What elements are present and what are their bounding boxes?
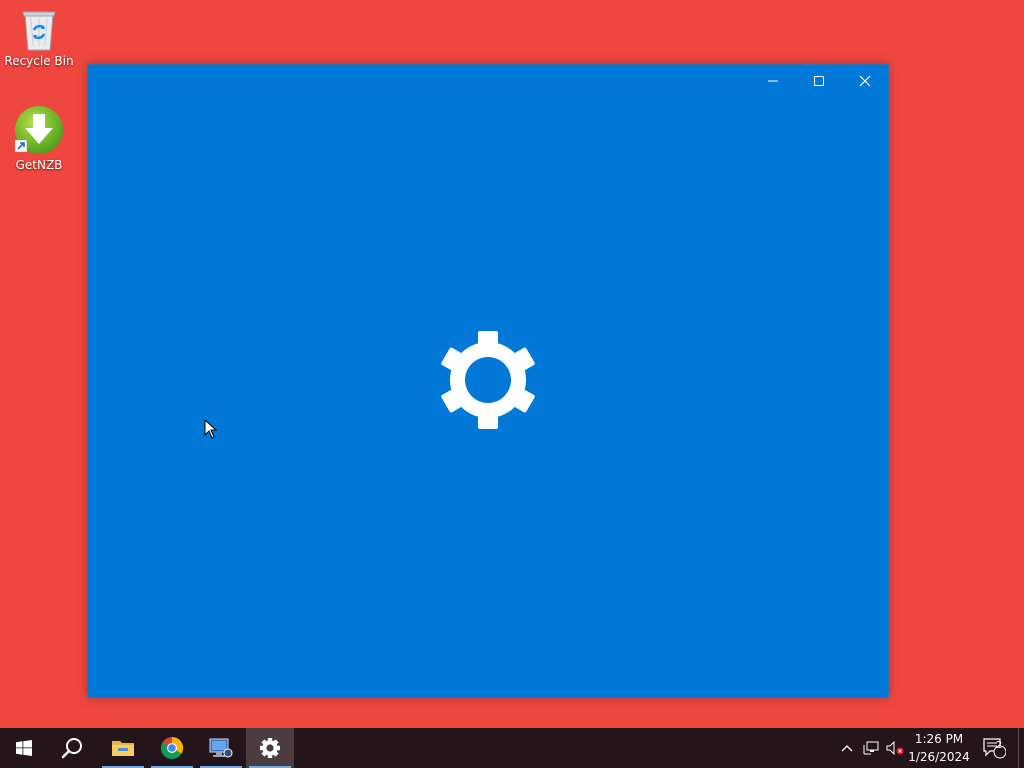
maximize-button[interactable] [796,65,842,97]
minimize-button[interactable] [750,65,796,97]
folder-icon [112,741,134,756]
search-icon [61,738,82,759]
taskbar: 1:26 PM 1/26/2024 2 [0,728,1024,768]
action-center-button[interactable]: 2 [978,728,1010,768]
show-hidden-icons-button[interactable] [836,728,858,768]
volume-muted-icon [886,741,904,755]
clock-date: 1/26/2024 [908,750,970,764]
gear-icon [441,331,535,429]
settings-window[interactable] [87,64,889,698]
monitor-network-icon [209,738,233,758]
recycle-bin-icon [22,11,56,51]
notification-count-badge: 2 [995,740,1003,751]
close-button[interactable] [842,65,888,97]
desktop-icon-getnzb[interactable]: GetNZB [1,104,77,172]
clock-time: 1:26 PM [914,732,964,746]
recycle-bin-label: Recycle Bin [4,54,74,68]
taskbar-file-explorer[interactable] [99,728,147,768]
taskbar-clock[interactable]: 1:26 PM 1/26/2024 [906,730,972,766]
taskbar-chrome[interactable] [148,728,196,768]
taskbar-network-app[interactable] [197,728,245,768]
getnzb-label: GetNZB [15,158,63,172]
chrome-icon [160,737,184,760]
mouse-cursor-icon [204,419,218,439]
desktop-icon-recycle-bin[interactable]: Recycle Bin [1,6,77,68]
getnzb-download-icon [14,106,63,154]
maximize-icon [814,76,824,86]
chevron-up-icon [841,745,853,752]
network-icon [863,741,879,755]
network-tray-button[interactable] [860,728,882,768]
windows-logo-icon [16,740,32,756]
minimize-icon [768,80,778,82]
search-button[interactable] [48,728,96,768]
volume-tray-button[interactable] [884,728,906,768]
gear-icon [260,738,280,758]
start-button[interactable] [0,728,48,768]
show-desktop-button[interactable] [1018,728,1024,768]
close-icon [859,75,871,87]
taskbar-settings[interactable] [246,728,294,768]
